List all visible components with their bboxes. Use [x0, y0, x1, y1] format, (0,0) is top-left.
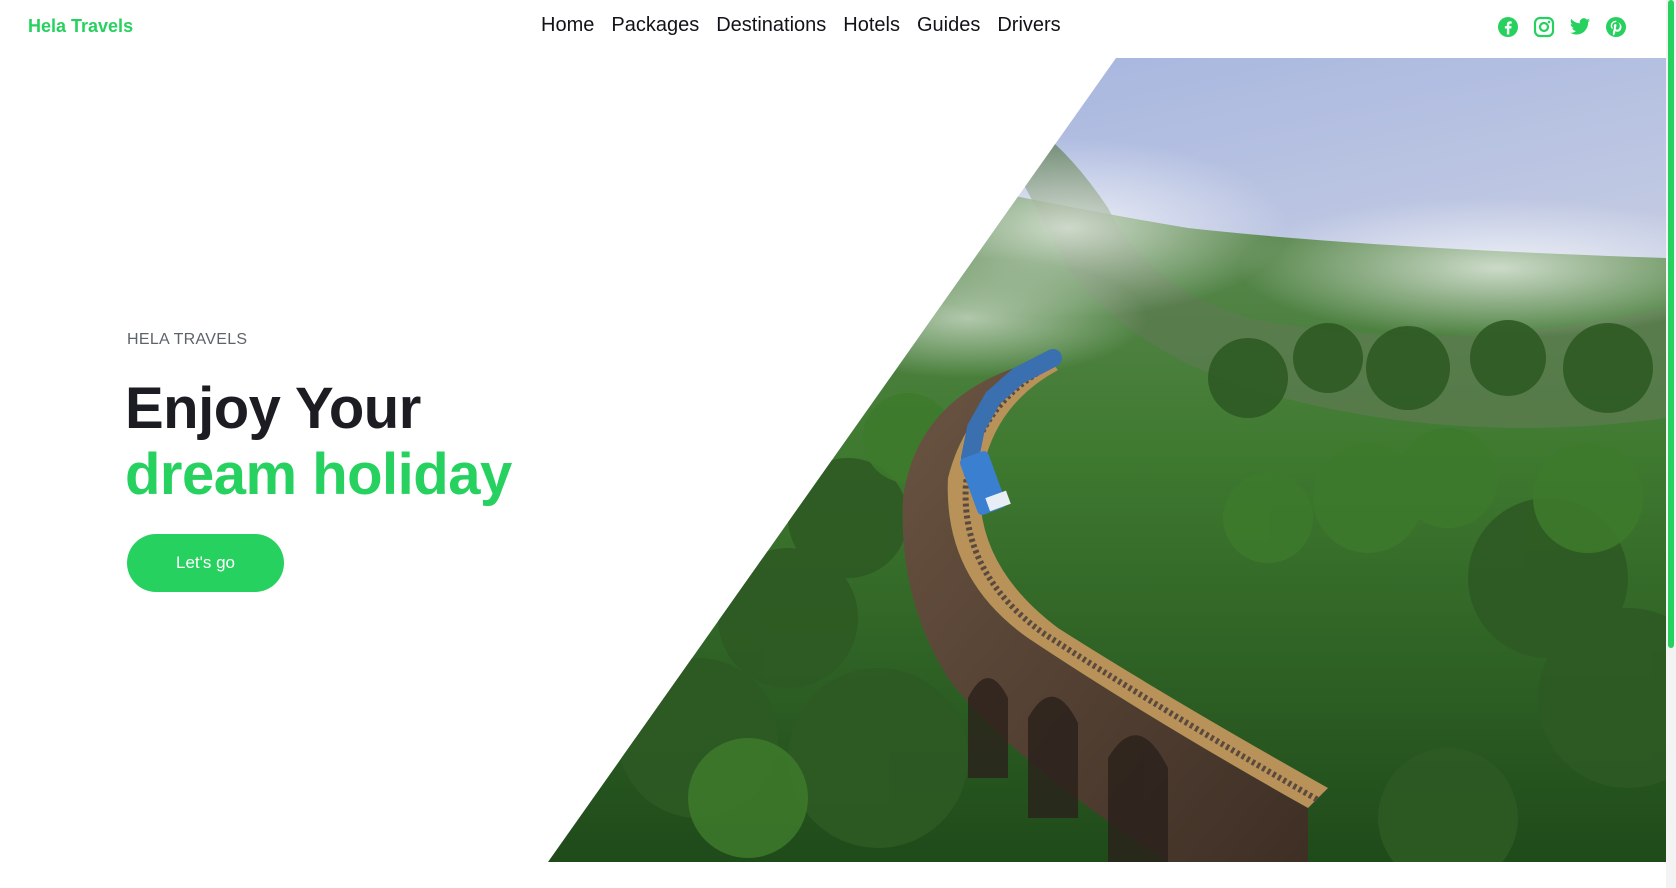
brand-logo-link[interactable]: Hela Travels: [28, 16, 133, 37]
hero-image: [548, 58, 1666, 862]
hero-title-line-2: dream holiday: [125, 442, 512, 507]
nav-link-packages[interactable]: Packages: [611, 14, 699, 37]
social-links: [1497, 16, 1627, 38]
navbar: Hela Travels Home Packages Destinations …: [0, 0, 1666, 58]
nav-link-hotels[interactable]: Hotels: [843, 14, 900, 37]
hero-landscape-illustration: [548, 58, 1666, 862]
facebook-icon[interactable]: [1497, 16, 1519, 38]
nav-link-guides[interactable]: Guides: [917, 14, 980, 37]
nav-link-drivers[interactable]: Drivers: [997, 14, 1060, 37]
scrollbar-thumb[interactable]: [1668, 0, 1674, 648]
nav-links: Home Packages Destinations Hotels Guides…: [541, 14, 1061, 37]
hero-title-line-1: Enjoy Your: [125, 376, 421, 441]
lets-go-button[interactable]: Let's go: [127, 534, 284, 592]
hero-eyebrow: HELA TRAVELS: [127, 331, 248, 348]
pinterest-icon[interactable]: [1605, 16, 1627, 38]
twitter-icon[interactable]: [1569, 16, 1591, 38]
nav-link-destinations[interactable]: Destinations: [716, 14, 826, 37]
nav-link-home[interactable]: Home: [541, 14, 594, 37]
instagram-icon[interactable]: [1533, 16, 1555, 38]
